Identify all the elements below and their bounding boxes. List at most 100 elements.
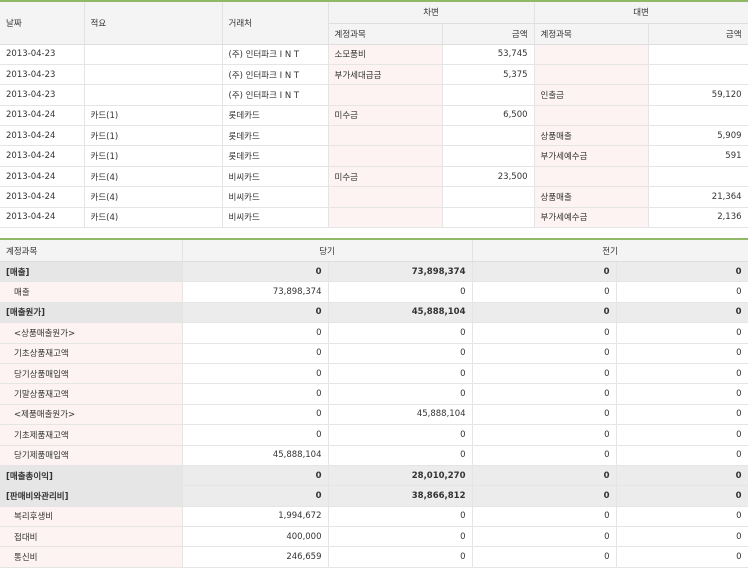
previous-credit-cell: 0 xyxy=(616,404,748,426)
credit-amount-cell: 5,909 xyxy=(648,125,748,147)
previous-credit-cell: 0 xyxy=(616,343,748,364)
journal-row[interactable]: 2013-04-24 카드(4) 비씨카드 부가세예수금 2,136 xyxy=(0,207,748,229)
col-header-memo[interactable]: 적요 xyxy=(84,1,223,45)
credit-amount-cell xyxy=(648,64,748,86)
previous-credit-cell: 0 xyxy=(616,261,748,283)
credit-amount-cell: 591 xyxy=(648,145,748,167)
journal-row[interactable]: 2013-04-24 카드(1) 롯데카드 미수금 6,500 xyxy=(0,105,748,127)
current-debit-cell: 0 xyxy=(182,465,329,487)
previous-debit-cell: 0 xyxy=(472,281,617,303)
partner-cell: 롯데카드 xyxy=(222,105,329,127)
previous-debit-cell: 0 xyxy=(472,445,617,466)
previous-credit-cell: 0 xyxy=(616,302,748,324)
account-name-cell: 기초제품재고액 xyxy=(0,424,183,446)
memo-cell: 카드(4) xyxy=(84,207,223,229)
account-name-cell: 통신비 xyxy=(0,546,183,568)
account-name-cell: [판매비와관리비] xyxy=(0,485,183,507)
summary-row[interactable]: 접대비 400,000 0 0 0 xyxy=(0,526,748,548)
summary-row[interactable]: 복리후생비 1,994,672 0 0 0 xyxy=(0,506,748,528)
memo-cell xyxy=(84,64,223,86)
summary-group-row[interactable]: [판매비와관리비] 0 38,866,812 0 0 xyxy=(0,485,748,507)
col-header-partner[interactable]: 거래처 xyxy=(222,1,329,45)
account-name-cell: 당기상품매입액 xyxy=(0,363,183,385)
current-credit-cell: 0 xyxy=(328,526,473,548)
debit-amount-cell xyxy=(442,207,535,229)
debit-account-cell: 미수금 xyxy=(328,166,443,188)
partner-cell: 롯데카드 xyxy=(222,125,329,147)
col-header-debit: 차변 xyxy=(328,1,535,24)
journal-row[interactable]: 2013-04-24 카드(1) 롯데카드 부가세예수금 591 xyxy=(0,145,748,167)
credit-account-cell: 상품매출 xyxy=(534,186,649,208)
debit-amount-cell xyxy=(442,145,535,167)
account-name-cell: <제품매출원가> xyxy=(0,404,183,426)
summary-row[interactable]: <상품매출원가> 0 0 0 0 xyxy=(0,322,748,344)
previous-debit-cell: 0 xyxy=(472,424,617,446)
current-debit-cell: 246,659 xyxy=(182,546,329,568)
previous-debit-cell: 0 xyxy=(472,404,617,426)
previous-credit-cell: 0 xyxy=(616,281,748,303)
debit-account-cell: 소모품비 xyxy=(328,44,443,65)
credit-amount-cell xyxy=(648,105,748,127)
summary-row[interactable]: 기초상품재고액 0 0 0 0 xyxy=(0,343,748,364)
summary-group-row[interactable]: [매출총이익] 0 28,010,270 0 0 xyxy=(0,465,748,487)
journal-body: 2013-04-23 (주) 인터파크 I N T 소모품비 53,745 2013-0… xyxy=(0,44,748,229)
journal-table: 날짜 적요 거래처 차변 대변 계정과목 금액 계정과목 금액 2013-04-… xyxy=(0,0,748,229)
current-credit-cell: 28,010,270 xyxy=(328,465,473,487)
memo-cell: 카드(1) xyxy=(84,105,223,127)
account-name-cell: [매출] xyxy=(0,261,183,283)
previous-debit-cell: 0 xyxy=(472,546,617,568)
current-credit-cell: 0 xyxy=(328,363,473,385)
summary-row[interactable]: 당기제품매입액 45,888,104 0 0 0 xyxy=(0,445,748,466)
date-cell: 2013-04-23 xyxy=(0,64,85,86)
current-debit-cell: 0 xyxy=(182,383,329,405)
previous-credit-cell: 0 xyxy=(616,526,748,548)
date-cell: 2013-04-24 xyxy=(0,186,85,208)
memo-cell: 카드(4) xyxy=(84,166,223,188)
debit-account-cell xyxy=(328,84,443,106)
partner-cell: (주) 인터파크 I N T xyxy=(222,84,329,106)
current-credit-cell: 45,888,104 xyxy=(328,302,473,324)
previous-credit-cell: 0 xyxy=(616,445,748,466)
summary-group-row[interactable]: [매출원가] 0 45,888,104 0 0 xyxy=(0,302,748,324)
journal-row[interactable]: 2013-04-23 (주) 인터파크 I N T 소모품비 53,745 xyxy=(0,44,748,65)
previous-debit-cell: 0 xyxy=(472,526,617,548)
credit-amount-cell: 2,136 xyxy=(648,207,748,229)
summary-row[interactable]: 통신비 246,659 0 0 0 xyxy=(0,546,748,568)
current-debit-cell: 0 xyxy=(182,404,329,426)
current-debit-cell: 1,994,672 xyxy=(182,506,329,528)
summary-row[interactable]: <제품매출원가> 0 45,888,104 0 0 xyxy=(0,404,748,426)
date-cell: 2013-04-23 xyxy=(0,44,85,65)
previous-credit-cell: 0 xyxy=(616,546,748,568)
col-header-credit-amount: 금액 xyxy=(648,23,748,45)
debit-amount-cell xyxy=(442,186,535,208)
current-credit-cell: 0 xyxy=(328,546,473,568)
previous-debit-cell: 0 xyxy=(472,383,617,405)
current-debit-cell: 0 xyxy=(182,302,329,324)
summary-row[interactable]: 기말상품재고액 0 0 0 0 xyxy=(0,383,748,405)
memo-cell: 카드(1) xyxy=(84,125,223,147)
col-header-credit: 대변 xyxy=(534,1,748,24)
previous-debit-cell: 0 xyxy=(472,506,617,528)
summary-group-row[interactable]: [매출] 0 73,898,374 0 0 xyxy=(0,261,748,283)
col-header-date[interactable]: 날짜 xyxy=(0,1,85,45)
current-credit-cell: 0 xyxy=(328,343,473,364)
summary-row[interactable]: 매출 73,898,374 0 0 0 xyxy=(0,281,748,303)
debit-account-cell xyxy=(328,125,443,147)
summary-row[interactable]: 당기상품매입액 0 0 0 0 xyxy=(0,363,748,385)
col-header-previous: 전기 xyxy=(472,239,748,263)
journal-row[interactable]: 2013-04-24 카드(4) 비씨카드 미수금 23,500 xyxy=(0,166,748,188)
partner-cell: (주) 인터파크 I N T xyxy=(222,44,329,65)
previous-credit-cell: 0 xyxy=(616,465,748,487)
current-debit-cell: 0 xyxy=(182,363,329,385)
journal-row[interactable]: 2013-04-23 (주) 인터파크 I N T 부가세대급금 5,375 xyxy=(0,64,748,86)
current-debit-cell: 45,888,104 xyxy=(182,445,329,466)
journal-row[interactable]: 2013-04-23 (주) 인터파크 I N T 인출금 59,120 xyxy=(0,84,748,106)
credit-amount-cell: 21,364 xyxy=(648,186,748,208)
account-name-cell: 기말상품재고액 xyxy=(0,383,183,405)
previous-debit-cell: 0 xyxy=(472,302,617,324)
current-debit-cell: 400,000 xyxy=(182,526,329,548)
summary-row[interactable]: 기초제품재고액 0 0 0 0 xyxy=(0,424,748,446)
journal-row[interactable]: 2013-04-24 카드(4) 비씨카드 상품매출 21,364 xyxy=(0,186,748,208)
journal-row[interactable]: 2013-04-24 카드(1) 롯데카드 상품매출 5,909 xyxy=(0,125,748,147)
previous-credit-cell: 0 xyxy=(616,322,748,344)
